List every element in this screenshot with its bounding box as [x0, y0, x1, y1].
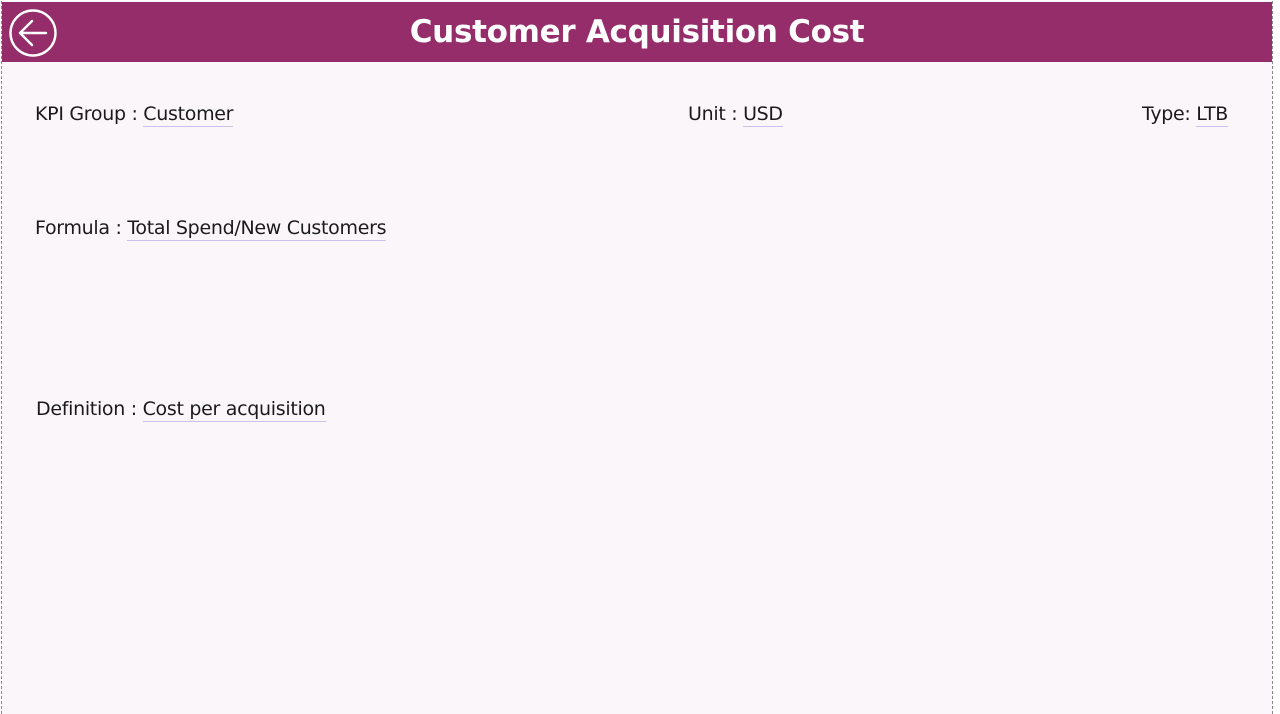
formula-label: Formula : [35, 217, 128, 239]
page-title: Customer Acquisition Cost [409, 14, 865, 50]
type-field: Type: LTB [1141, 103, 1228, 127]
unit-value: USD [743, 103, 783, 127]
unit-field: Unit : USD [688, 103, 783, 127]
kpi-detail-page: Customer Acquisition Cost KPI Group : Cu… [1, 1, 1273, 714]
definition-field: Definition : Cost per acquisition [36, 398, 326, 422]
definition-value: Cost per acquisition [142, 398, 326, 422]
kpi-group-field: KPI Group : Customer [35, 103, 234, 127]
kpi-group-value: Customer [143, 103, 234, 127]
kpi-group-label: KPI Group : [35, 103, 144, 125]
type-label: Type: [1141, 103, 1197, 125]
formula-value: Total Spend/New Customers [127, 217, 387, 241]
unit-label: Unit : [688, 103, 744, 125]
formula-field: Formula : Total Spend/New Customers [35, 217, 387, 241]
title-bar: Customer Acquisition Cost [2, 2, 1272, 62]
definition-label: Definition : [36, 398, 143, 420]
type-value: LTB [1196, 103, 1228, 127]
